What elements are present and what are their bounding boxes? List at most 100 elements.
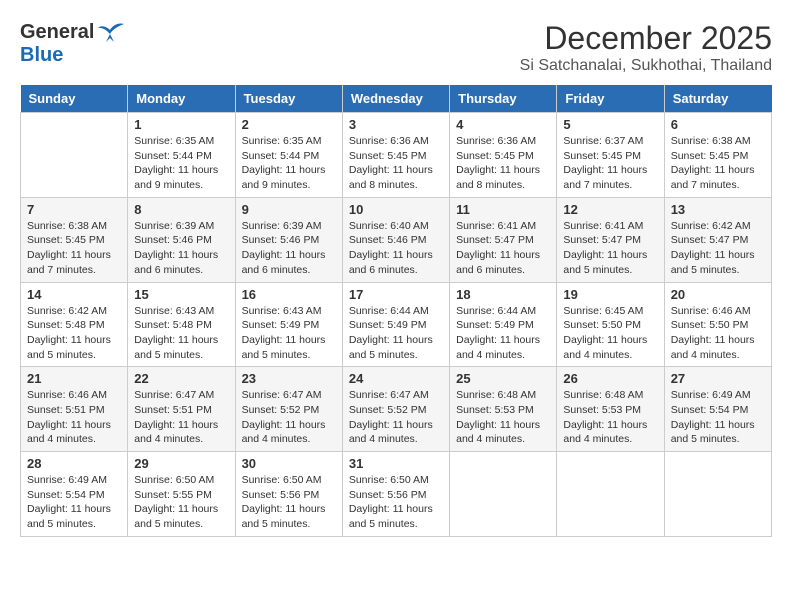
calendar-cell: 25 Sunrise: 6:48 AMSunset: 5:53 PMDaylig… — [450, 367, 557, 452]
day-info: Sunrise: 6:42 AMSunset: 5:47 PMDaylight:… — [671, 219, 765, 278]
day-info: Sunrise: 6:50 AMSunset: 5:56 PMDaylight:… — [242, 473, 336, 532]
day-header-thursday: Thursday — [450, 85, 557, 113]
week-row-2: 7 Sunrise: 6:38 AMSunset: 5:45 PMDayligh… — [21, 197, 772, 282]
day-info: Sunrise: 6:47 AMSunset: 5:52 PMDaylight:… — [242, 388, 336, 447]
calendar-cell: 5 Sunrise: 6:37 AMSunset: 5:45 PMDayligh… — [557, 113, 664, 198]
day-number: 28 — [27, 456, 121, 471]
calendar-cell: 13 Sunrise: 6:42 AMSunset: 5:47 PMDaylig… — [664, 197, 771, 282]
day-info: Sunrise: 6:45 AMSunset: 5:50 PMDaylight:… — [563, 304, 657, 363]
day-number: 14 — [27, 287, 121, 302]
day-number: 10 — [349, 202, 443, 217]
calendar-cell: 26 Sunrise: 6:48 AMSunset: 5:53 PMDaylig… — [557, 367, 664, 452]
calendar-cell: 19 Sunrise: 6:45 AMSunset: 5:50 PMDaylig… — [557, 282, 664, 367]
calendar-cell: 11 Sunrise: 6:41 AMSunset: 5:47 PMDaylig… — [450, 197, 557, 282]
day-info: Sunrise: 6:39 AMSunset: 5:46 PMDaylight:… — [134, 219, 228, 278]
calendar-cell: 10 Sunrise: 6:40 AMSunset: 5:46 PMDaylig… — [342, 197, 449, 282]
day-number: 19 — [563, 287, 657, 302]
day-info: Sunrise: 6:44 AMSunset: 5:49 PMDaylight:… — [456, 304, 550, 363]
day-info: Sunrise: 6:49 AMSunset: 5:54 PMDaylight:… — [671, 388, 765, 447]
day-info: Sunrise: 6:38 AMSunset: 5:45 PMDaylight:… — [27, 219, 121, 278]
day-info: Sunrise: 6:35 AMSunset: 5:44 PMDaylight:… — [242, 134, 336, 193]
calendar-cell — [21, 113, 128, 198]
day-number: 23 — [242, 371, 336, 386]
day-number: 9 — [242, 202, 336, 217]
day-number: 15 — [134, 287, 228, 302]
day-info: Sunrise: 6:47 AMSunset: 5:52 PMDaylight:… — [349, 388, 443, 447]
day-number: 22 — [134, 371, 228, 386]
day-info: Sunrise: 6:46 AMSunset: 5:51 PMDaylight:… — [27, 388, 121, 447]
day-info: Sunrise: 6:49 AMSunset: 5:54 PMDaylight:… — [27, 473, 121, 532]
calendar-cell: 18 Sunrise: 6:44 AMSunset: 5:49 PMDaylig… — [450, 282, 557, 367]
day-info: Sunrise: 6:50 AMSunset: 5:55 PMDaylight:… — [134, 473, 228, 532]
day-number: 11 — [456, 202, 550, 217]
calendar-cell: 21 Sunrise: 6:46 AMSunset: 5:51 PMDaylig… — [21, 367, 128, 452]
day-info: Sunrise: 6:48 AMSunset: 5:53 PMDaylight:… — [456, 388, 550, 447]
day-info: Sunrise: 6:36 AMSunset: 5:45 PMDaylight:… — [456, 134, 550, 193]
calendar-cell: 2 Sunrise: 6:35 AMSunset: 5:44 PMDayligh… — [235, 113, 342, 198]
day-info: Sunrise: 6:35 AMSunset: 5:44 PMDaylight:… — [134, 134, 228, 193]
day-info: Sunrise: 6:50 AMSunset: 5:56 PMDaylight:… — [349, 473, 443, 532]
day-number: 20 — [671, 287, 765, 302]
week-row-3: 14 Sunrise: 6:42 AMSunset: 5:48 PMDaylig… — [21, 282, 772, 367]
week-row-1: 1 Sunrise: 6:35 AMSunset: 5:44 PMDayligh… — [21, 113, 772, 198]
day-number: 24 — [349, 371, 443, 386]
calendar-cell: 6 Sunrise: 6:38 AMSunset: 5:45 PMDayligh… — [664, 113, 771, 198]
day-number: 27 — [671, 371, 765, 386]
day-number: 13 — [671, 202, 765, 217]
calendar-cell: 28 Sunrise: 6:49 AMSunset: 5:54 PMDaylig… — [21, 452, 128, 537]
calendar-header-row: SundayMondayTuesdayWednesdayThursdayFrid… — [21, 85, 772, 113]
day-number: 8 — [134, 202, 228, 217]
day-info: Sunrise: 6:41 AMSunset: 5:47 PMDaylight:… — [563, 219, 657, 278]
day-info: Sunrise: 6:38 AMSunset: 5:45 PMDaylight:… — [671, 134, 765, 193]
day-number: 18 — [456, 287, 550, 302]
calendar-table: SundayMondayTuesdayWednesdayThursdayFrid… — [20, 85, 772, 537]
day-number: 30 — [242, 456, 336, 471]
calendar-cell: 23 Sunrise: 6:47 AMSunset: 5:52 PMDaylig… — [235, 367, 342, 452]
day-number: 3 — [349, 117, 443, 132]
calendar-cell: 16 Sunrise: 6:43 AMSunset: 5:49 PMDaylig… — [235, 282, 342, 367]
day-info: Sunrise: 6:41 AMSunset: 5:47 PMDaylight:… — [456, 219, 550, 278]
calendar-cell: 12 Sunrise: 6:41 AMSunset: 5:47 PMDaylig… — [557, 197, 664, 282]
day-header-friday: Friday — [557, 85, 664, 113]
day-info: Sunrise: 6:37 AMSunset: 5:45 PMDaylight:… — [563, 134, 657, 193]
logo-bird-icon — [96, 20, 126, 44]
day-number: 1 — [134, 117, 228, 132]
day-number: 7 — [27, 202, 121, 217]
calendar-cell: 8 Sunrise: 6:39 AMSunset: 5:46 PMDayligh… — [128, 197, 235, 282]
logo: General Blue — [20, 20, 126, 67]
calendar-cell: 1 Sunrise: 6:35 AMSunset: 5:44 PMDayligh… — [128, 113, 235, 198]
calendar-cell: 27 Sunrise: 6:49 AMSunset: 5:54 PMDaylig… — [664, 367, 771, 452]
calendar-cell: 14 Sunrise: 6:42 AMSunset: 5:48 PMDaylig… — [21, 282, 128, 367]
day-info: Sunrise: 6:44 AMSunset: 5:49 PMDaylight:… — [349, 304, 443, 363]
day-info: Sunrise: 6:40 AMSunset: 5:46 PMDaylight:… — [349, 219, 443, 278]
calendar-cell: 4 Sunrise: 6:36 AMSunset: 5:45 PMDayligh… — [450, 113, 557, 198]
day-info: Sunrise: 6:36 AMSunset: 5:45 PMDaylight:… — [349, 134, 443, 193]
day-header-tuesday: Tuesday — [235, 85, 342, 113]
calendar-cell — [664, 452, 771, 537]
day-info: Sunrise: 6:39 AMSunset: 5:46 PMDaylight:… — [242, 219, 336, 278]
day-number: 25 — [456, 371, 550, 386]
week-row-4: 21 Sunrise: 6:46 AMSunset: 5:51 PMDaylig… — [21, 367, 772, 452]
calendar-cell — [450, 452, 557, 537]
day-info: Sunrise: 6:48 AMSunset: 5:53 PMDaylight:… — [563, 388, 657, 447]
calendar-cell: 24 Sunrise: 6:47 AMSunset: 5:52 PMDaylig… — [342, 367, 449, 452]
location-title: Si Satchanalai, Sukhothai, Thailand — [520, 57, 772, 75]
week-row-5: 28 Sunrise: 6:49 AMSunset: 5:54 PMDaylig… — [21, 452, 772, 537]
calendar-cell: 15 Sunrise: 6:43 AMSunset: 5:48 PMDaylig… — [128, 282, 235, 367]
page-header: General Blue December 2025 Si Satchanala… — [20, 20, 772, 75]
title-section: December 2025 Si Satchanalai, Sukhothai,… — [520, 20, 772, 75]
day-number: 29 — [134, 456, 228, 471]
calendar-cell: 7 Sunrise: 6:38 AMSunset: 5:45 PMDayligh… — [21, 197, 128, 282]
day-number: 21 — [27, 371, 121, 386]
calendar-cell — [557, 452, 664, 537]
calendar-cell: 9 Sunrise: 6:39 AMSunset: 5:46 PMDayligh… — [235, 197, 342, 282]
day-number: 12 — [563, 202, 657, 217]
calendar-cell: 29 Sunrise: 6:50 AMSunset: 5:55 PMDaylig… — [128, 452, 235, 537]
calendar-cell: 31 Sunrise: 6:50 AMSunset: 5:56 PMDaylig… — [342, 452, 449, 537]
day-header-wednesday: Wednesday — [342, 85, 449, 113]
month-title: December 2025 — [520, 20, 772, 57]
day-info: Sunrise: 6:43 AMSunset: 5:48 PMDaylight:… — [134, 304, 228, 363]
calendar-cell: 3 Sunrise: 6:36 AMSunset: 5:45 PMDayligh… — [342, 113, 449, 198]
calendar-cell: 17 Sunrise: 6:44 AMSunset: 5:49 PMDaylig… — [342, 282, 449, 367]
day-number: 26 — [563, 371, 657, 386]
